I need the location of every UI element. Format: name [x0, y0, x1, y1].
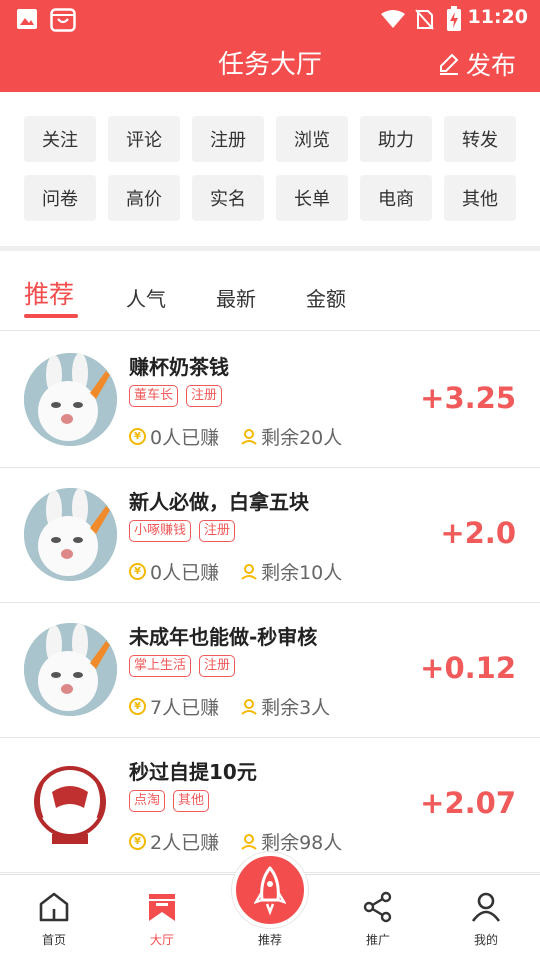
earned-count: 0人已赚: [150, 562, 220, 584]
user-icon: [471, 892, 501, 922]
shopping-bag-icon: [50, 8, 76, 32]
publish-button[interactable]: 发布: [438, 46, 516, 82]
publish-label: 发布: [465, 51, 516, 80]
category-browse[interactable]: 浏览: [276, 116, 348, 162]
coin-icon: ¥: [129, 833, 146, 850]
tab-amount[interactable]: 金额: [306, 283, 346, 312]
tab-popular[interactable]: 人气: [126, 283, 166, 312]
task-tag: 注册: [199, 655, 236, 677]
coin-icon: ¥: [129, 428, 146, 445]
task-row[interactable]: 未成年也能做-秒审核 掌上生活 注册 ¥ 7人已赚 剩余3人 +0.12: [0, 603, 540, 738]
task-tag: 注册: [186, 385, 223, 407]
recommend-fab-button[interactable]: [232, 852, 308, 928]
task-tag: 其他: [173, 790, 210, 812]
category-register[interactable]: 注册: [192, 116, 264, 162]
rabbit-avatar: [24, 623, 117, 716]
task-tags: 董车长 注册: [129, 385, 223, 407]
remaining-count: 剩余20人: [261, 427, 343, 449]
gallery-icon: [17, 9, 37, 29]
task-reward: +2.0: [440, 516, 516, 550]
remaining-count: 剩余98人: [261, 832, 343, 854]
category-comment[interactable]: 评论: [108, 116, 180, 162]
category-survey[interactable]: 问卷: [24, 175, 96, 221]
nav-label: 大厅: [149, 933, 174, 947]
task-stats: ¥ 7人已赚 剩余3人: [129, 693, 330, 720]
bookmark-icon: [149, 894, 175, 921]
earned-count: 7人已赚: [150, 697, 220, 719]
remaining-count: 剩余3人: [261, 697, 331, 719]
edit-icon: [439, 53, 459, 75]
remaining-count: 剩余10人: [261, 562, 343, 584]
task-reward: +2.07: [420, 786, 516, 820]
nav-promote[interactable]: 推广: [324, 875, 432, 960]
nav-label: 我的: [473, 933, 498, 947]
task-reward: +0.12: [420, 651, 516, 685]
rocket-icon: [254, 866, 286, 916]
no-signal-icon: [415, 9, 434, 30]
person-icon: [241, 833, 257, 850]
category-other[interactable]: 其他: [444, 175, 516, 221]
rabbit-avatar: [24, 488, 117, 581]
person-icon: [241, 428, 257, 445]
battery-charging-icon: [447, 6, 461, 31]
sort-tabs: 推荐 人气 最新 金额: [0, 251, 540, 331]
task-title: 新人必做，白拿五块: [129, 490, 309, 514]
coin-icon: ¥: [129, 698, 146, 715]
task-title: 未成年也能做-秒审核: [129, 625, 318, 649]
task-tag: 董车长: [129, 385, 179, 407]
category-ecommerce[interactable]: 电商: [360, 175, 432, 221]
tab-latest[interactable]: 最新: [216, 283, 256, 312]
share-icon: [363, 891, 392, 923]
task-tags: 掌上生活 注册: [129, 655, 236, 677]
category-follow[interactable]: 关注: [24, 116, 96, 162]
nav-label: 推广: [365, 933, 390, 947]
category-assist[interactable]: 助力: [360, 116, 432, 162]
category-long-order[interactable]: 长单: [276, 175, 348, 221]
category-real-name[interactable]: 实名: [192, 175, 264, 221]
task-tag: 掌上生活: [129, 655, 192, 677]
task-tag: 注册: [199, 520, 236, 542]
tab-active-indicator: [24, 314, 78, 318]
task-title: 秒过自提10元: [129, 760, 257, 784]
status-bar: 11:20: [0, 0, 540, 36]
task-tags: 小啄赚钱 注册: [129, 520, 236, 542]
nav-label: 首页: [41, 933, 66, 947]
task-row[interactable]: 新人必做，白拿五块 小啄赚钱 注册 ¥ 0人已赚 剩余10人 +2.0: [0, 468, 540, 603]
nav-label: 推荐: [257, 933, 282, 947]
tab-recommend[interactable]: 推荐: [24, 275, 74, 311]
rabbit-avatar: [24, 353, 117, 446]
person-icon: [241, 698, 257, 715]
seal-logo: [24, 758, 117, 851]
task-reward: +3.25: [420, 381, 516, 415]
home-icon: [39, 892, 69, 922]
task-stats: ¥ 0人已赚 剩余10人: [129, 558, 342, 585]
category-grid: 关注 评论 注册 浏览 助力 转发 问卷 高价 实名 长单 电商 其他: [0, 92, 540, 246]
task-stats: ¥ 0人已赚 剩余20人: [129, 423, 342, 450]
coin-icon: ¥: [129, 563, 146, 580]
wifi-icon: [381, 10, 405, 28]
person-icon: [241, 563, 257, 580]
earned-count: 0人已赚: [150, 427, 220, 449]
task-tag: 点淘: [129, 790, 166, 812]
nav-hall[interactable]: 大厅: [108, 875, 216, 960]
earned-count: 2人已赚: [150, 832, 220, 854]
category-high-price[interactable]: 高价: [108, 175, 180, 221]
task-title: 赚杯奶茶钱: [129, 355, 229, 379]
nav-mine[interactable]: 我的: [432, 875, 540, 960]
task-row[interactable]: 赚杯奶茶钱 董车长 注册 ¥ 0人已赚 剩余20人 +3.25: [0, 333, 540, 468]
task-stats: ¥ 2人已赚 剩余98人: [129, 828, 342, 855]
task-tags: 点淘 其他: [129, 790, 210, 812]
nav-home[interactable]: 首页: [0, 875, 108, 960]
task-tag: 小啄赚钱: [129, 520, 192, 542]
top-bar: 11:20 任务大厅 发布: [0, 0, 540, 92]
status-time: 11:20: [467, 6, 528, 28]
category-forward[interactable]: 转发: [444, 116, 516, 162]
